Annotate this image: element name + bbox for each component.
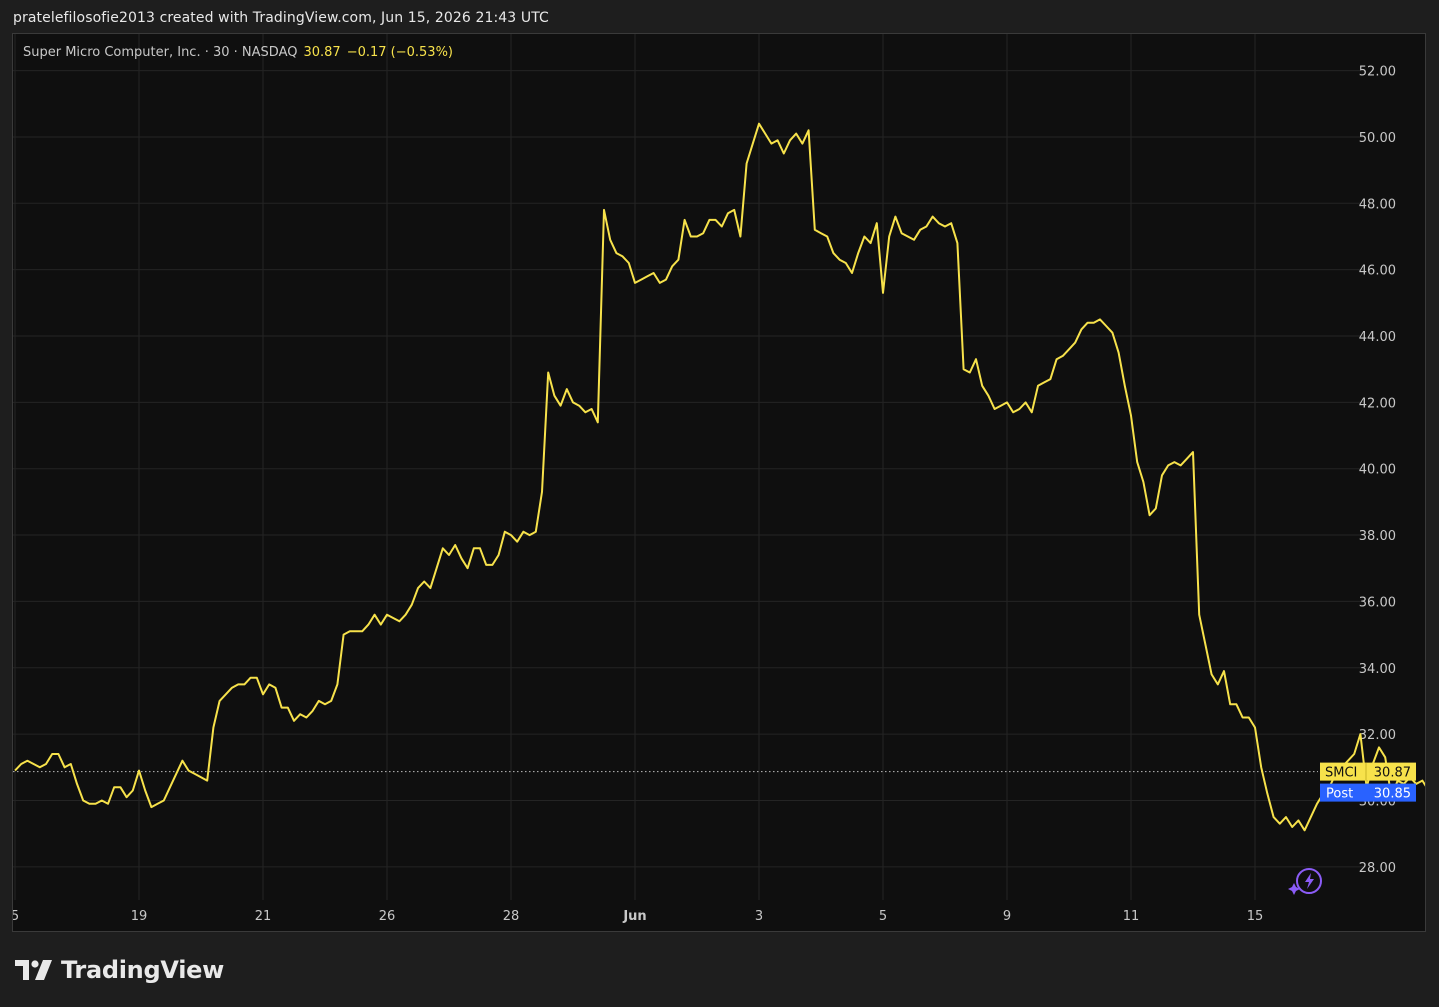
x-tick-label: Jun: [622, 909, 646, 924]
post-price-value: 30.85: [1374, 787, 1411, 802]
y-tick-label: 34.00: [1359, 662, 1396, 677]
y-tick-label: 48.00: [1359, 197, 1396, 212]
x-tick-label: 21: [255, 909, 272, 924]
legend-change: −0.17 (−0.53%): [346, 45, 453, 60]
y-tick-label: 32.00: [1359, 728, 1396, 743]
legend-price: 30.87: [303, 45, 341, 60]
legend-symbol-name: Super Micro Computer, Inc. · 30 · NASDAQ: [23, 45, 298, 60]
x-tick-label: 9: [1003, 909, 1011, 924]
tradingview-brand[interactable]: TradingView: [15, 955, 224, 985]
y-tick-label: 38.00: [1359, 529, 1396, 544]
x-tick-label: 19: [131, 909, 148, 924]
x-tick-label: 5: [879, 909, 887, 924]
x-tick-label: 11: [1123, 909, 1140, 924]
post-label: Post: [1326, 787, 1353, 802]
ticker-label: SMCI: [1325, 766, 1357, 781]
x-tick-label: 5: [13, 909, 19, 924]
chart-legend: Super Micro Computer, Inc. · 30 · NASDAQ…: [23, 45, 453, 60]
y-tick-label: 36.00: [1359, 595, 1396, 610]
y-tick-label: 42.00: [1359, 396, 1396, 411]
tradingview-logo-icon: [15, 960, 52, 980]
chart-panel[interactable]: 28.00 30.00 32.00 34.00 36.00 38.00 40.00 42.00…: [12, 33, 1426, 932]
ticker-price-value: 30.87: [1374, 766, 1411, 781]
y-tick-label: 28.00: [1359, 861, 1396, 876]
x-tick-label: 28: [503, 909, 520, 924]
x-tick-label: 3: [755, 909, 763, 924]
chart-credit: pratelefilosofie2013 created with Tradin…: [13, 10, 549, 26]
y-tick-label: 52.00: [1359, 65, 1396, 80]
price-line-smci[interactable]: [14, 122, 1425, 832]
x-tick-label: 15: [1247, 909, 1264, 924]
x-tick-label: 26: [379, 909, 396, 924]
y-tick-label: 50.00: [1359, 131, 1396, 146]
tradingview-wordmark: TradingView: [61, 956, 224, 984]
lightning-icon[interactable]: [1288, 868, 1322, 895]
y-tick-label: 44.00: [1359, 330, 1396, 345]
y-tick-label: 40.00: [1359, 463, 1396, 478]
y-tick-label: 46.00: [1359, 264, 1396, 279]
price-chart[interactable]: 28.0030.0032.0034.0036.0038.0040.0042.00…: [13, 34, 1425, 931]
